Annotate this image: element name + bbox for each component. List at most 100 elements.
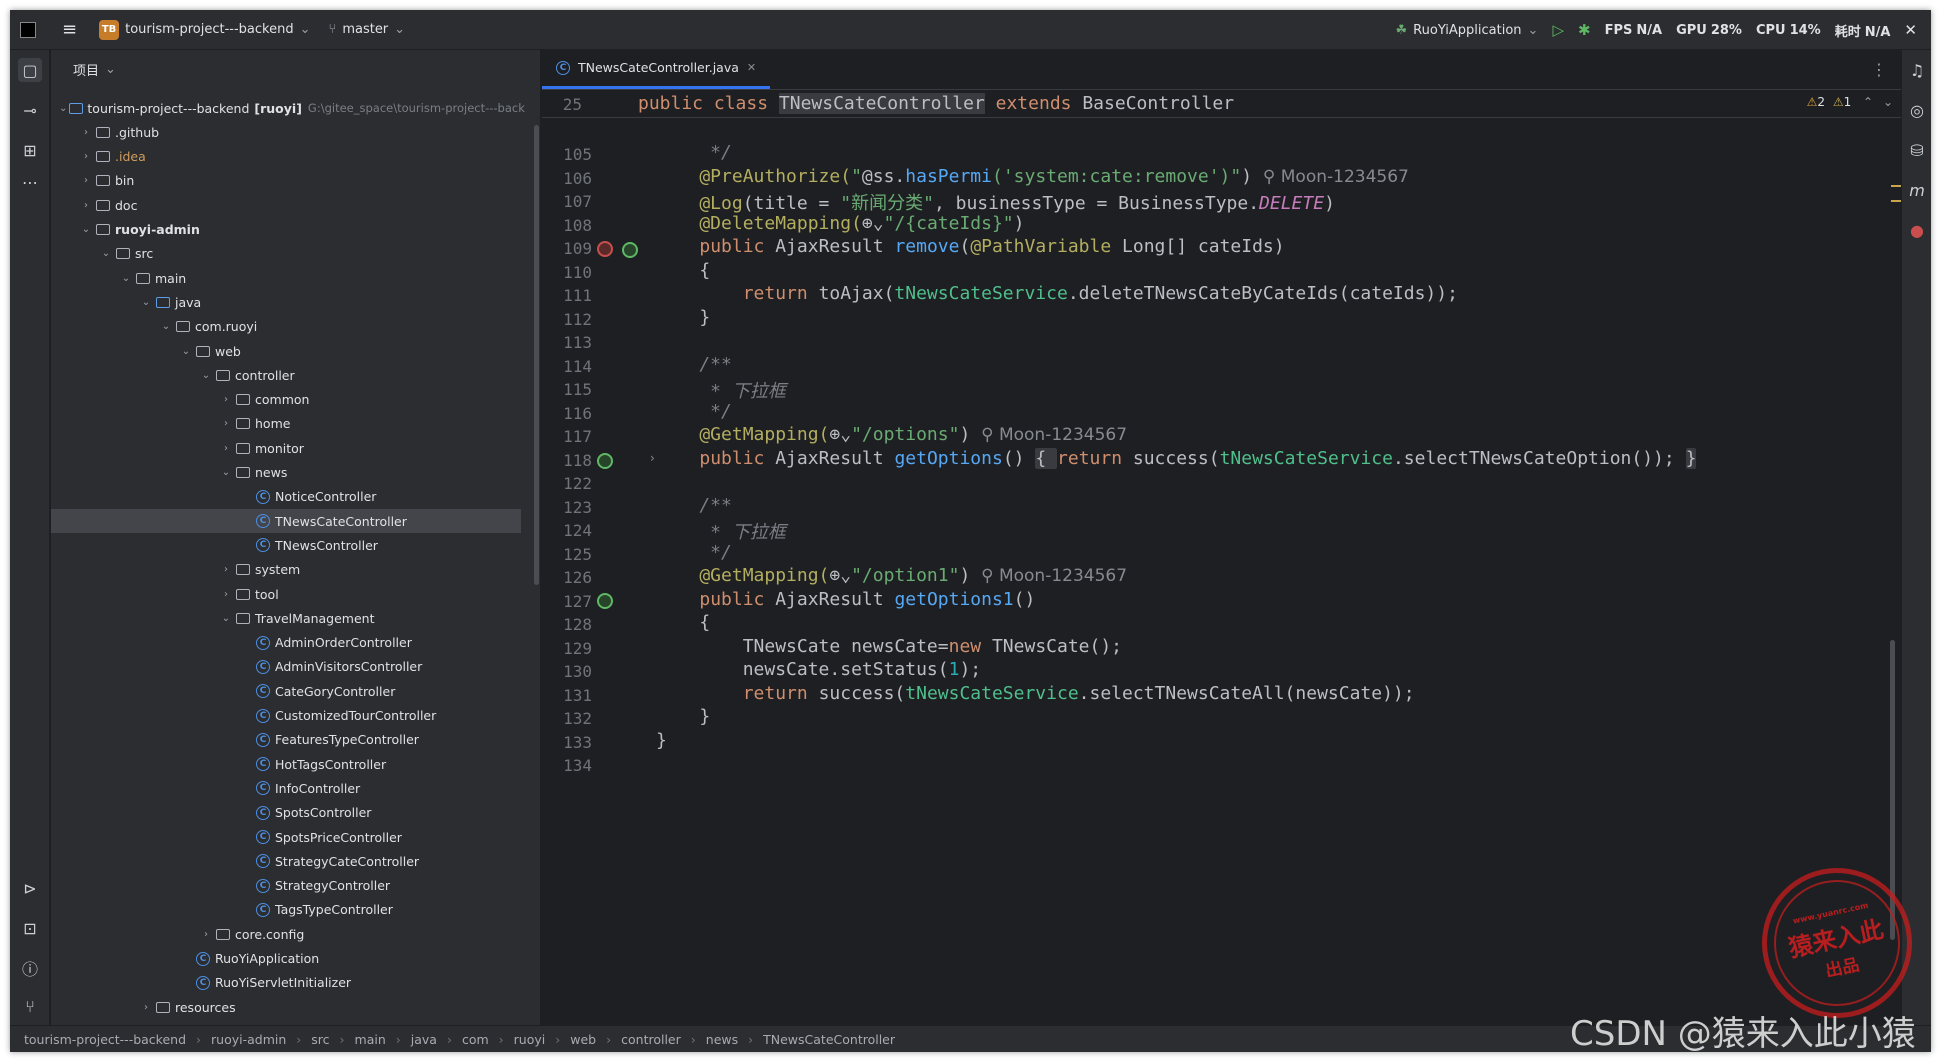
tree-item[interactable]: C CateGoryController [51, 679, 521, 703]
tree-item[interactable]: C FeaturesTypeController [51, 728, 521, 752]
tree-root[interactable]: ⌄ tourism-project---backend [ruoyi] G:\g… [51, 96, 525, 120]
endpoint-gutter-icon[interactable] [597, 241, 613, 257]
tree-item[interactable]: ⌄ news [51, 461, 521, 485]
bean-gutter-icon[interactable] [597, 593, 613, 609]
vcs-branch-switcher[interactable]: ⑂ master ⌄ [329, 22, 406, 37]
chevron-right-icon[interactable]: › [199, 929, 213, 940]
project-folder-icon[interactable]: ▢ [18, 58, 42, 82]
ai-assistant-icon[interactable]: ◎ [1905, 98, 1929, 122]
chevron-down-icon[interactable]: ⌄ [159, 321, 173, 332]
chevron-down-icon[interactable]: ⌄ [1883, 95, 1893, 109]
bean-gutter-icon[interactable] [622, 242, 638, 258]
bean-gutter-icon[interactable] [597, 453, 613, 469]
fold-expand-icon[interactable]: › [650, 451, 655, 465]
tree-item[interactable]: › .github [51, 120, 521, 144]
tree-item[interactable]: ⌄ ruoyi-admin [51, 218, 521, 242]
tree-item[interactable]: C TagsTypeController [51, 898, 521, 922]
close-icon[interactable]: ✕ [1904, 21, 1917, 39]
hamburger-menu-icon[interactable]: ≡ [62, 19, 77, 40]
tree-item[interactable]: C StrategyController [51, 874, 521, 898]
tree-item[interactable]: › home [51, 412, 521, 436]
chevron-down-icon[interactable]: ⌄ [179, 346, 193, 357]
chevron-right-icon[interactable]: › [79, 127, 93, 138]
tree-item[interactable]: › .idea [51, 145, 521, 169]
tree-item[interactable]: C SpotsController [51, 801, 521, 825]
tree-item[interactable]: ⌄ controller [51, 363, 521, 387]
breadcrumb-item[interactable]: web [570, 1032, 596, 1047]
commit-icon[interactable]: ⊸ [18, 98, 42, 122]
chevron-right-icon[interactable]: › [79, 175, 93, 186]
tree-item[interactable]: › resources [51, 995, 521, 1019]
git-icon[interactable]: ⑂ [18, 994, 42, 1018]
project-switcher[interactable]: TB tourism-project---backend ⌄ [99, 19, 311, 40]
chevron-right-icon[interactable]: › [79, 200, 93, 211]
chevron-down-icon[interactable]: ⌄ [119, 273, 133, 284]
chevron-right-icon[interactable]: › [219, 564, 233, 575]
chevron-right-icon[interactable]: › [219, 418, 233, 429]
plugin-icon[interactable]: ● [1905, 218, 1929, 242]
tree-item[interactable]: C SpotsPriceController [51, 825, 521, 849]
tab-close-icon[interactable]: ✕ [747, 61, 756, 74]
chevron-down-icon[interactable]: ⌄ [139, 297, 153, 308]
tree-item[interactable]: › bin [51, 169, 521, 193]
tree-item[interactable]: C RuoYiServletInitializer [51, 971, 521, 995]
chevron-right-icon[interactable]: › [219, 394, 233, 405]
tree-item[interactable]: ⌄ java [51, 290, 521, 314]
project-panel-header[interactable]: 项目 ⌄ [51, 50, 540, 88]
breadcrumb-item[interactable]: tourism-project---backend [24, 1032, 186, 1047]
breadcrumb-item[interactable]: news [706, 1032, 738, 1047]
chevron-down-icon[interactable]: ⌄ [219, 467, 233, 478]
chevron-down-icon[interactable]: ⌄ [199, 370, 213, 381]
tree-item[interactable]: › tool [51, 582, 521, 606]
breadcrumb-item[interactable]: src [311, 1032, 329, 1047]
tree-item[interactable]: C TNewsCateController [51, 509, 521, 534]
breadcrumb-item[interactable]: main [355, 1032, 386, 1047]
sticky-header-line[interactable]: 25 public class TNewsCateController exte… [542, 90, 1901, 118]
database-icon[interactable]: ⛁ [1905, 138, 1929, 162]
tree-item[interactable]: › monitor [51, 436, 521, 460]
main-menu-button[interactable] [20, 21, 36, 38]
tree-item[interactable]: › core.config [51, 922, 521, 946]
terminal-icon[interactable]: ⊡ [18, 916, 42, 940]
tree-item[interactable]: ⌄ TravelManagement [51, 606, 521, 630]
tree-item[interactable]: › system [51, 558, 521, 582]
tree-item[interactable]: ⌄ web [51, 339, 521, 363]
tree-item[interactable]: C TNewsController [51, 533, 521, 557]
tree-item[interactable]: ⌄ com.ruoyi [51, 315, 521, 339]
tree-item[interactable]: C NoticeController [51, 485, 521, 509]
maven-icon[interactable]: m [1905, 178, 1929, 202]
tree-item[interactable]: C HotTagsController [51, 752, 521, 776]
tree-item[interactable]: C StrategyCateController [51, 849, 521, 873]
services-icon[interactable]: ⊳ [18, 876, 42, 900]
breadcrumb-item[interactable]: ruoyi [514, 1032, 546, 1047]
run-config-selector[interactable]: ☘ RuoYiApplication ⌄ [1396, 23, 1539, 38]
tree-item[interactable]: ⌄ src [51, 242, 521, 266]
inspection-widget[interactable]: ⚠2 ⚠1 ⌃ ⌄ [1807, 95, 1893, 109]
run-icon[interactable]: ▷ [1552, 21, 1564, 39]
problems-icon[interactable]: ⓘ [18, 956, 42, 980]
chevron-right-icon[interactable]: › [139, 1002, 153, 1013]
editor-options-icon[interactable]: ⋮ [1871, 60, 1887, 79]
breadcrumb-item[interactable]: controller [621, 1032, 681, 1047]
breadcrumb-item[interactable]: TNewsCateController [763, 1032, 895, 1047]
debug-icon[interactable]: ✱ [1578, 21, 1591, 39]
chevron-down-icon[interactable]: ⌄ [79, 224, 93, 235]
chevron-right-icon[interactable]: › [219, 589, 233, 600]
breadcrumb-item[interactable]: com [462, 1032, 489, 1047]
chevron-down-icon[interactable]: ⌄ [219, 613, 233, 624]
tree-item[interactable]: › common [51, 388, 521, 412]
structure-icon[interactable]: ⊞ [18, 138, 42, 162]
chevron-right-icon[interactable]: › [79, 151, 93, 162]
tree-item[interactable]: C InfoController [51, 776, 521, 800]
chevron-right-icon[interactable]: › [219, 443, 233, 454]
chevron-down-icon[interactable]: ⌄ [99, 248, 113, 259]
tree-item[interactable]: ⌄ main [51, 266, 521, 290]
tree-item[interactable]: C RuoYiApplication [51, 947, 521, 971]
project-scrollbar[interactable] [534, 125, 539, 585]
chevron-up-icon[interactable]: ⌃ [1863, 95, 1873, 109]
tree-item[interactable]: C AdminVisitorsController [51, 655, 521, 679]
breadcrumb-item[interactable]: ruoyi-admin [211, 1032, 286, 1047]
breadcrumb-item[interactable]: java [411, 1032, 437, 1047]
tree-item[interactable]: C CustomizedTourController [51, 704, 521, 728]
tree-item[interactable]: C AdminOrderController [51, 631, 521, 655]
